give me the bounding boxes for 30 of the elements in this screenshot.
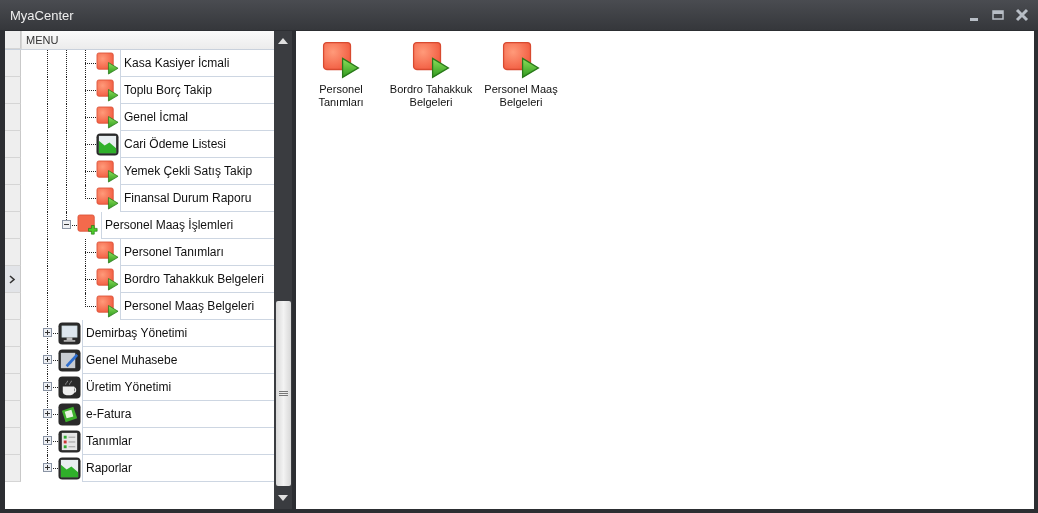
column-header: MENU (21, 31, 274, 49)
document-play-icon (322, 41, 360, 79)
document-play-icon (96, 106, 119, 129)
chevron-icon (9, 274, 16, 284)
shortcut-label[interactable]: Personel Tanımları (296, 83, 386, 109)
document-plus-icon (77, 214, 100, 237)
collapse-icon[interactable] (62, 220, 71, 229)
document-play-icon (96, 187, 119, 210)
close-icon[interactable] (1014, 7, 1030, 23)
expand-icon[interactable] (43, 328, 52, 337)
document-play-icon (96, 241, 119, 264)
document-play-icon (502, 41, 540, 79)
expand-icon[interactable] (43, 463, 52, 472)
shortcut-label[interactable]: Bordro Tahakkuk Belgeleri (386, 83, 476, 109)
expand-icon[interactable] (43, 409, 52, 418)
window-title: MyaCenter (10, 7, 75, 23)
document-play-icon (96, 52, 119, 75)
expand-icon[interactable] (43, 436, 52, 445)
scrollbar[interactable] (274, 31, 292, 509)
shortcut-label[interactable]: Personel Maaş Belgeleri (476, 83, 566, 109)
document-play-icon (412, 41, 450, 79)
grip-icon (278, 390, 288, 397)
document-play-icon (96, 268, 119, 291)
document-play-icon (96, 160, 119, 183)
maximize-icon[interactable] (990, 7, 1006, 23)
scrollbar-thumb[interactable] (275, 301, 291, 486)
expand-icon[interactable] (43, 355, 52, 364)
expand-icon[interactable] (43, 382, 52, 391)
document-play-icon (96, 295, 119, 318)
document-play-icon (96, 79, 119, 102)
